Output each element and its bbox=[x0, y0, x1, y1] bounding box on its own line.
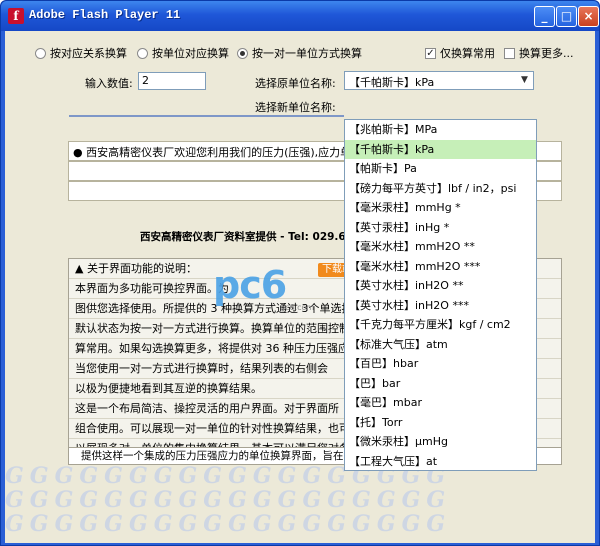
dropdown-arrow-icon[interactable]: ▼ bbox=[517, 73, 532, 88]
app-window: f Adobe Flash Player 11 _ □ × GGGGGGGGGG… bbox=[0, 0, 600, 546]
dropdown-item[interactable]: 【标准大气压】atm bbox=[345, 335, 536, 355]
dropdown-item[interactable]: 【英寸水柱】inH2O ** bbox=[345, 276, 536, 296]
minimize-button[interactable]: _ bbox=[534, 6, 555, 27]
target-unit-label: 选择新单位名称: bbox=[255, 101, 336, 114]
checkmark-icon[interactable]: ✓ bbox=[425, 47, 436, 59]
checkbox-label: 换算更多... bbox=[519, 47, 574, 60]
radio-dot-selected[interactable] bbox=[237, 47, 248, 59]
dropdown-item[interactable]: 【毫巴】mbar bbox=[345, 393, 536, 413]
radio-one-to-one-mode[interactable]: 按一对一单位方式换算 bbox=[237, 45, 362, 61]
client-area: GGGGGGGGGGGGGGGGGG GGGGGGGGGGGGGGGGGG GG… bbox=[5, 31, 595, 543]
input-value-label: 输入数值: bbox=[85, 77, 133, 90]
dropdown-item[interactable]: 【英寸水柱】inH2O *** bbox=[345, 296, 536, 316]
maximize-button[interactable]: □ bbox=[556, 6, 577, 27]
welcome-message: ● 西安高精密仪表厂欢迎您利用我们的压力(压强),应力单 bbox=[73, 146, 352, 159]
unit-dropdown-list[interactable]: 【兆帕斯卡】MPa 【千帕斯卡】kPa 【帕斯卡】Pa 【磅力每平方英寸】lbf… bbox=[344, 119, 537, 471]
dropdown-item[interactable]: 【千克力每平方厘米】kgf / cm2 bbox=[345, 315, 536, 335]
title-bar[interactable]: f Adobe Flash Player 11 _ □ × bbox=[1, 1, 599, 31]
source-unit-value: 【千帕斯卡】kPa bbox=[349, 76, 435, 89]
dropdown-item[interactable]: 【磅力每平方英寸】lbf / in2，psi bbox=[345, 179, 536, 199]
close-button[interactable]: × bbox=[578, 6, 599, 27]
checkbox-label: 仅换算常用 bbox=[440, 47, 495, 60]
radio-relation-mode[interactable]: 按对应关系换算 bbox=[35, 45, 127, 61]
dropdown-item-selected[interactable]: 【千帕斯卡】kPa bbox=[345, 139, 536, 159]
dropdown-item[interactable]: 【毫米汞柱】mmHg * bbox=[345, 198, 536, 218]
source-unit-select[interactable]: 【千帕斯卡】kPa ▼ bbox=[344, 71, 534, 90]
dropdown-item[interactable]: 【工程大气压】at bbox=[345, 452, 536, 471]
flash-player-icon: f bbox=[8, 8, 24, 24]
radio-dot[interactable] bbox=[137, 47, 148, 59]
radio-label: 按单位对应换算 bbox=[152, 47, 229, 60]
divider bbox=[69, 115, 344, 117]
dropdown-item[interactable]: 【巴】bar bbox=[345, 374, 536, 394]
watermark-row: GGGGGGGGGGGGGGGGGG bbox=[5, 511, 452, 537]
dropdown-item[interactable]: 【百巴】hbar bbox=[345, 354, 536, 374]
checkbox-common-only[interactable]: ✓ 仅换算常用 bbox=[425, 45, 495, 61]
radio-unit-mode[interactable]: 按单位对应换算 bbox=[137, 45, 229, 61]
watermark-row: GGGGGGGGGGGGGGGGGG bbox=[5, 487, 452, 513]
checkbox-box[interactable] bbox=[504, 47, 515, 59]
dropdown-item[interactable]: 【托】Torr bbox=[345, 413, 536, 433]
radio-label: 按对应关系换算 bbox=[50, 47, 127, 60]
dropdown-item[interactable]: 【微米汞柱】μmHg bbox=[345, 432, 536, 452]
checkbox-more[interactable]: 换算更多... bbox=[504, 45, 574, 61]
radio-dot[interactable] bbox=[35, 47, 46, 59]
dropdown-item[interactable]: 【兆帕斯卡】MPa bbox=[345, 120, 536, 140]
source-unit-label: 选择原单位名称: bbox=[255, 77, 336, 90]
pc6-logo: pc6 bbox=[213, 263, 287, 307]
dropdown-item[interactable]: 【英寸汞柱】inHg * bbox=[345, 218, 536, 238]
dropdown-item[interactable]: 【毫米水柱】mmH2O *** bbox=[345, 257, 536, 277]
dropdown-item[interactable]: 【毫米水柱】mmH2O ** bbox=[345, 237, 536, 257]
window-title: Adobe Flash Player 11 bbox=[29, 8, 181, 22]
radio-label: 按一对一单位方式换算 bbox=[252, 47, 362, 60]
dropdown-item[interactable]: 【帕斯卡】Pa bbox=[345, 159, 536, 179]
logo-subtext: pc6.com bbox=[280, 303, 315, 312]
value-input[interactable]: 2 bbox=[138, 72, 206, 90]
